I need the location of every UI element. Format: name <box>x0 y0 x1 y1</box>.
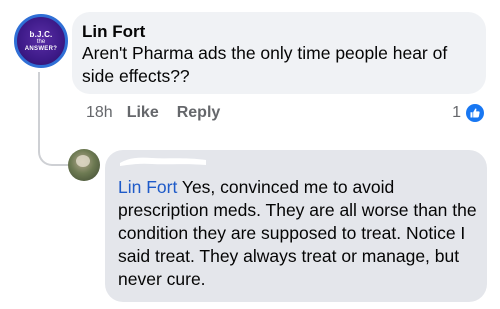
reaction-count: 1 <box>452 104 461 121</box>
avatar[interactable]: b.J.C. the ANSWER? <box>14 14 68 68</box>
avatar-text-line3: ANSWER? <box>24 45 58 52</box>
reply-text: Lin Fort Yes, convinced me to avoid pres… <box>118 176 477 291</box>
reply-bubble: Lin Fort Yes, convinced me to avoid pres… <box>105 150 487 302</box>
comment-thread: b.J.C. the ANSWER? Lin Fort Aren't Pharm… <box>0 0 500 309</box>
reply-avatar[interactable] <box>68 149 100 181</box>
comment-author[interactable]: Lin Fort <box>82 22 476 42</box>
avatar-text-line1: b.J.C. <box>29 29 53 39</box>
comment-bubble: Lin Fort Aren't Pharma ads the only time… <box>72 12 486 94</box>
avatar-text-line2: the <box>36 38 46 45</box>
redacted-author-name <box>120 157 206 166</box>
thread-connector-line <box>38 72 68 166</box>
mention-link[interactable]: Lin Fort <box>118 177 177 197</box>
thumbs-up-icon <box>466 104 484 122</box>
comment-actions: 18h Like Reply <box>86 102 220 124</box>
avatar-photo-detail <box>76 155 90 167</box>
comment-timestamp[interactable]: 18h <box>86 104 113 122</box>
like-button[interactable]: Like <box>127 104 159 122</box>
reply-button[interactable]: Reply <box>177 104 221 122</box>
comment-text: Aren't Pharma ads the only time people h… <box>82 43 448 86</box>
reaction-summary[interactable]: 1 <box>452 102 484 124</box>
